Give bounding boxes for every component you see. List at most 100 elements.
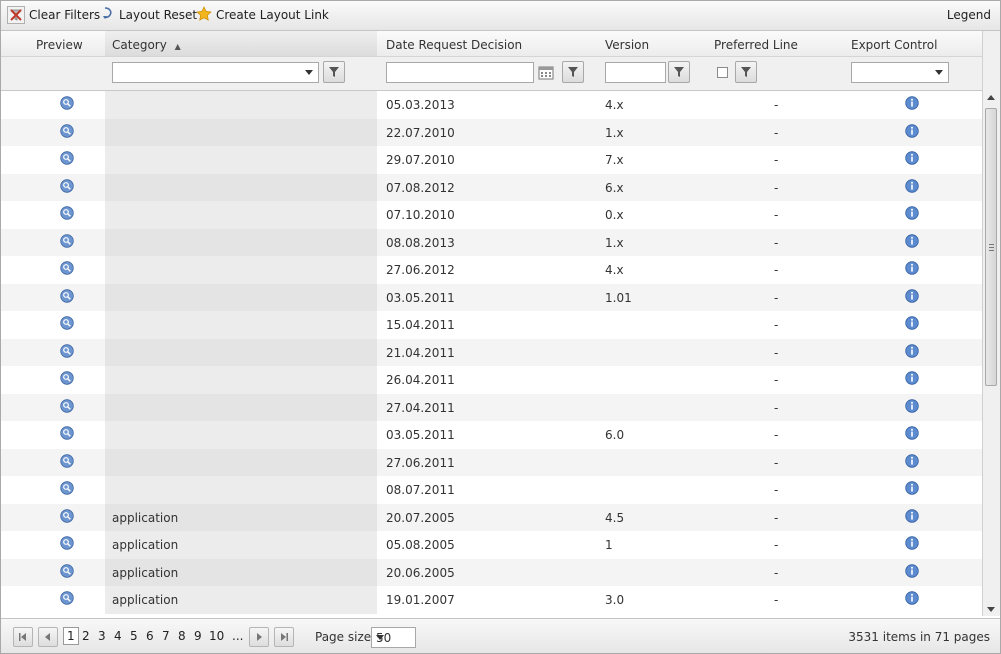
scroll-down-icon[interactable] xyxy=(987,607,995,612)
preview-icon[interactable] xyxy=(60,536,74,550)
previous-page-button[interactable] xyxy=(38,627,58,647)
preview-icon[interactable] xyxy=(60,288,74,303)
preview-icon[interactable] xyxy=(60,398,74,413)
page-number-link[interactable]: 2 xyxy=(82,629,90,643)
table-row[interactable]: 27.06.2012 4.x - xyxy=(1,256,982,284)
page-number-link[interactable]: 8 xyxy=(178,629,186,643)
preview-icon[interactable] xyxy=(60,481,74,495)
preview-icon[interactable] xyxy=(60,508,74,523)
info-icon[interactable] xyxy=(905,371,919,385)
info-icon[interactable] xyxy=(905,398,919,413)
table-row[interactable]: 29.07.2010 7.x - xyxy=(1,146,982,174)
table-row[interactable]: 15.04.2011 - xyxy=(1,311,982,339)
page-size-dropdown[interactable]: 50 xyxy=(371,627,416,648)
preview-icon[interactable] xyxy=(60,591,74,605)
header-version[interactable]: Version xyxy=(605,38,649,52)
info-icon[interactable] xyxy=(905,536,919,550)
preview-icon[interactable] xyxy=(60,371,74,385)
info-icon[interactable] xyxy=(905,343,919,358)
preview-icon[interactable] xyxy=(60,96,74,110)
layout-reset-button[interactable]: Layout Reset xyxy=(101,5,197,25)
preferred-line-cell: - xyxy=(774,98,779,112)
table-row[interactable]: application 20.06.2005 - xyxy=(1,558,982,586)
info-icon[interactable] xyxy=(905,453,919,468)
info-icon[interactable] xyxy=(905,178,919,193)
header-export-control[interactable]: Export Control xyxy=(851,38,937,52)
info-icon[interactable] xyxy=(905,426,919,440)
preview-icon[interactable] xyxy=(60,343,74,358)
header-date-request-decision[interactable]: Date Request Decision xyxy=(386,38,522,52)
table-row[interactable]: 27.04.2011 - xyxy=(1,393,982,421)
table-row[interactable]: 08.07.2011 - xyxy=(1,476,982,504)
version-filter-input[interactable] xyxy=(605,62,666,83)
table-row[interactable]: 27.06.2011 - xyxy=(1,448,982,476)
info-icon[interactable] xyxy=(905,563,919,578)
clear-filters-button[interactable]: Clear Filters xyxy=(7,5,100,25)
page-number-link[interactable]: 1 xyxy=(63,627,79,645)
sort-ascending-icon: ▲ xyxy=(174,42,181,51)
preview-icon[interactable] xyxy=(60,206,74,220)
info-icon[interactable] xyxy=(905,288,919,303)
page-number-link[interactable]: 5 xyxy=(130,629,138,643)
last-page-button[interactable] xyxy=(274,627,294,647)
preferred-line-filter-checkbox[interactable] xyxy=(717,67,728,78)
info-icon[interactable] xyxy=(905,508,919,523)
table-row[interactable]: application 05.08.2005 1 - xyxy=(1,531,982,559)
date-cell: 15.04.2011 xyxy=(386,318,455,332)
table-row[interactable]: 03.05.2011 1.01 - xyxy=(1,283,982,311)
header-preferred-line[interactable]: Preferred Line xyxy=(714,38,798,52)
preview-icon[interactable] xyxy=(60,261,74,275)
page-number-link[interactable]: 9 xyxy=(194,629,202,643)
info-icon[interactable] xyxy=(905,481,919,495)
preview-icon[interactable] xyxy=(60,151,74,165)
preview-icon[interactable] xyxy=(60,233,74,248)
header-preview[interactable]: Preview xyxy=(36,38,83,52)
info-icon[interactable] xyxy=(905,261,919,275)
preview-icon[interactable] xyxy=(60,316,74,330)
preview-icon[interactable] xyxy=(60,453,74,468)
create-layout-link-button[interactable]: Create Layout Link xyxy=(196,5,329,25)
table-row[interactable]: 05.03.2013 4.x - xyxy=(1,91,982,119)
info-icon[interactable] xyxy=(905,316,919,330)
page-number-link[interactable]: 4 xyxy=(114,629,122,643)
info-icon[interactable] xyxy=(905,206,919,220)
page-number-link[interactable]: 10 xyxy=(209,629,224,643)
info-icon[interactable] xyxy=(905,233,919,248)
preview-icon[interactable] xyxy=(60,426,74,440)
info-icon[interactable] xyxy=(905,123,919,138)
page-number-link[interactable]: 7 xyxy=(162,629,170,643)
preferred-line-filter-button[interactable] xyxy=(735,61,757,83)
page-number-link[interactable]: 3 xyxy=(98,629,106,643)
preview-icon[interactable] xyxy=(60,563,74,578)
export-control-filter-dropdown[interactable] xyxy=(851,62,949,83)
table-row[interactable]: application 19.01.2007 3.0 - xyxy=(1,586,982,614)
scroll-up-icon[interactable] xyxy=(987,95,995,100)
scrollbar-thumb[interactable] xyxy=(985,108,997,386)
date-filter-button[interactable] xyxy=(562,61,584,83)
info-icon[interactable] xyxy=(905,591,919,605)
table-row[interactable]: 07.10.2010 0.x - xyxy=(1,201,982,229)
table-row[interactable]: 22.07.2010 1.x - xyxy=(1,118,982,146)
first-page-button[interactable] xyxy=(13,627,33,647)
info-icon[interactable] xyxy=(905,151,919,165)
table-row[interactable]: 03.05.2011 6.0 - xyxy=(1,421,982,449)
category-filter-button[interactable] xyxy=(323,61,345,83)
vertical-scrollbar[interactable] xyxy=(982,91,1000,616)
table-row[interactable]: 21.04.2011 - xyxy=(1,338,982,366)
table-row[interactable]: application 20.07.2005 4.5 - xyxy=(1,503,982,531)
legend-link[interactable]: Legend xyxy=(947,8,991,22)
page-number-link[interactable]: 6 xyxy=(146,629,154,643)
date-filter-input[interactable] xyxy=(386,62,534,83)
page-more-link[interactable]: ... xyxy=(232,629,243,643)
table-row[interactable]: 08.08.2013 1.x - xyxy=(1,228,982,256)
calendar-icon[interactable] xyxy=(538,65,554,81)
preview-icon[interactable] xyxy=(60,178,74,193)
preview-icon[interactable] xyxy=(60,123,74,138)
table-row[interactable]: 07.08.2012 6.x - xyxy=(1,173,982,201)
version-filter-button[interactable] xyxy=(668,61,690,83)
table-row[interactable]: 26.04.2011 - xyxy=(1,366,982,394)
category-filter-dropdown[interactable] xyxy=(112,62,319,83)
header-category[interactable]: Category ▲ xyxy=(112,38,181,52)
info-icon[interactable] xyxy=(905,96,919,110)
next-page-button[interactable] xyxy=(249,627,269,647)
